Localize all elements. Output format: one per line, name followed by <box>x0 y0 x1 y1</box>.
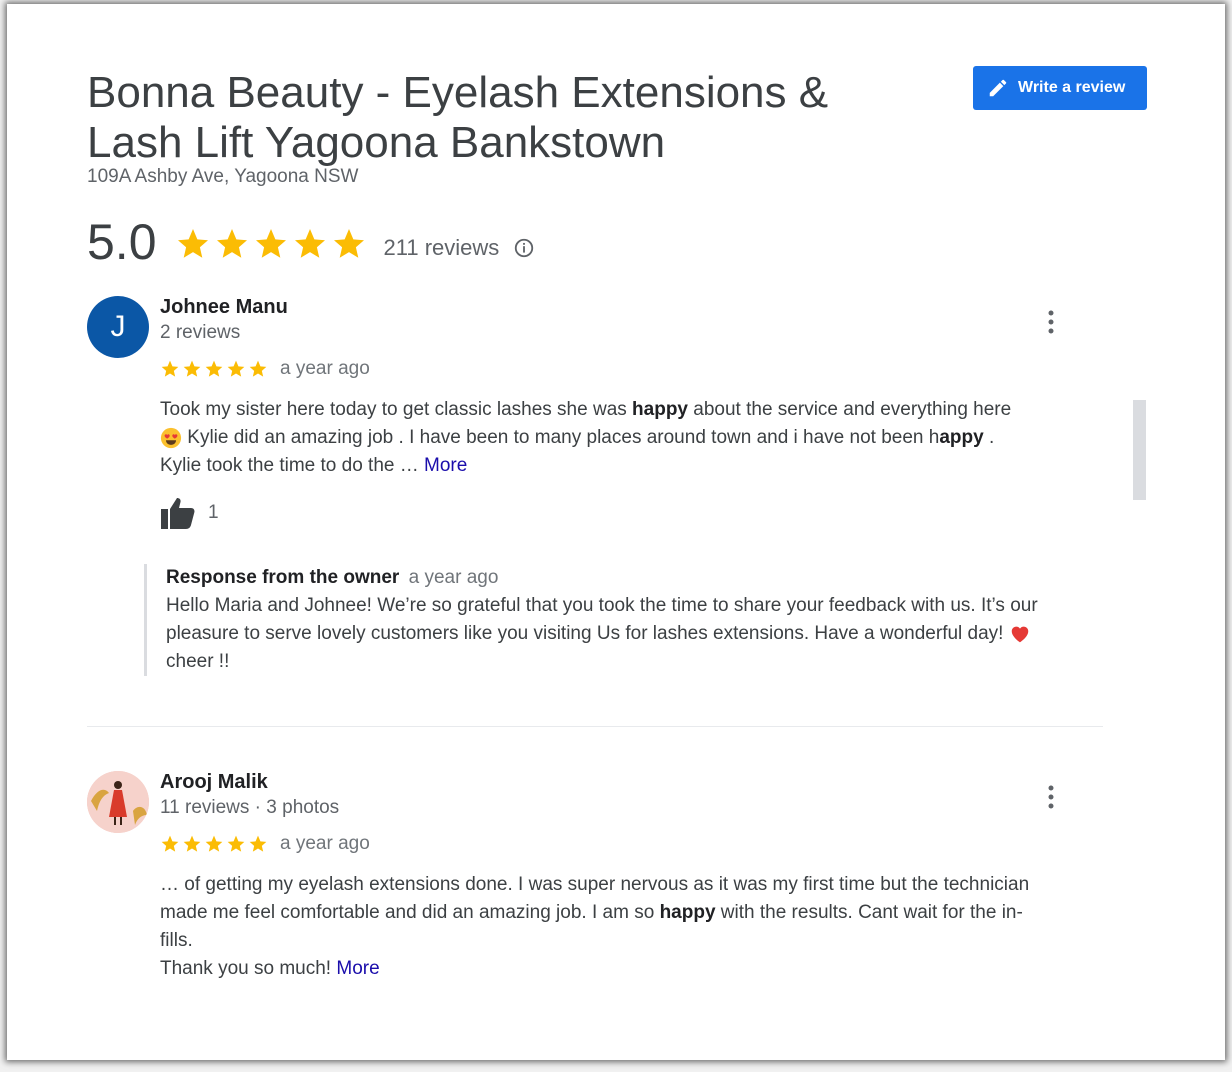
business-title: Bonna Beauty - Eyelash Extensions & Lash… <box>87 68 829 167</box>
like-count: 1 <box>208 502 219 523</box>
review-stars: a year ago <box>160 358 370 380</box>
owner-response-date: a year ago <box>408 567 499 588</box>
review-text-line: with the results. Cant wait for the in- <box>715 902 1023 923</box>
review-text-line: made me feel comfortable and did an amaz… <box>160 902 660 923</box>
star-icon <box>227 360 245 377</box>
more-vert-icon[interactable] <box>1041 308 1061 336</box>
scrollbar-thumb[interactable] <box>1133 400 1146 500</box>
avatar-photo-icon <box>87 771 149 833</box>
reviewer-name[interactable]: Johnee Manu <box>160 296 288 319</box>
star-icon <box>161 360 179 377</box>
review-text-line: … of getting my eyelash extensions done.… <box>160 874 1030 895</box>
star-icon <box>227 835 245 852</box>
review-count: 211 reviews <box>383 235 500 260</box>
avatar-letter: J <box>110 310 126 343</box>
write-review-button[interactable]: Write a review <box>973 66 1147 110</box>
review-text-line: . <box>983 427 995 448</box>
review-text-line: Kylie took the time to do the … <box>160 455 425 476</box>
info-icon[interactable] <box>513 237 535 259</box>
review-divider <box>87 726 1103 727</box>
star-icon <box>183 360 201 377</box>
star-icon <box>161 835 179 852</box>
star-icon <box>249 360 267 377</box>
heart-eyes-emoji <box>160 427 182 449</box>
star-icon <box>205 360 223 377</box>
star-icon <box>216 229 247 258</box>
review-stars: a year ago <box>160 833 370 855</box>
star-icon <box>205 835 223 852</box>
like-row: 1 <box>160 496 219 530</box>
review-text-highlight: happy <box>659 902 716 923</box>
star-icon <box>177 229 208 258</box>
owner-response-line: pleasure to serve lovely customers like … <box>166 623 1009 644</box>
owner-response: Response from the owner a year ago Hello… <box>144 564 1126 676</box>
reviews-dialog: Bonna Beauty - Eyelash Extensions & Lash… <box>7 4 1225 1060</box>
rating-summary: 5.0 211 reviews <box>87 214 535 270</box>
reviewer-meta: 11 reviews · 3 photos <box>160 797 340 818</box>
review-text: … of getting my eyelash extensions done.… <box>160 871 1110 983</box>
more-link[interactable]: More <box>424 455 467 476</box>
review-text-line: Took my sister here today to get classic… <box>160 399 633 420</box>
review-text-line: Thank you so much! <box>160 958 337 979</box>
star-icon <box>183 835 201 852</box>
reviewer-meta: 2 reviews <box>160 322 241 343</box>
star-icon <box>249 835 267 852</box>
star-icon <box>333 229 364 258</box>
owner-response-text: Hello Maria and Johnee! We’re so gratefu… <box>166 592 1126 676</box>
review-date: a year ago <box>280 358 370 379</box>
review-text-highlight: happy <box>632 399 688 420</box>
avatar[interactable]: J <box>87 296 149 358</box>
star-icon <box>255 229 286 258</box>
review-item: J Johnee Manu 2 reviews a year ago Took … <box>87 296 1107 696</box>
owner-response-line: cheer !! <box>166 651 230 672</box>
rating-stars <box>175 226 370 262</box>
owner-response-line: Hello Maria and Johnee! We’re so gratefu… <box>166 595 1038 616</box>
review-text: Took my sister here today to get classic… <box>160 396 1110 480</box>
more-vert-icon[interactable] <box>1041 783 1061 811</box>
write-review-label: Write a review <box>1018 79 1126 96</box>
star-icon <box>294 229 325 258</box>
thumbs-up-icon[interactable] <box>160 496 196 530</box>
business-address: 109A Ashby Ave, Yagoona NSW <box>87 166 359 187</box>
avatar[interactable] <box>87 771 149 833</box>
red-heart-emoji <box>1011 626 1028 643</box>
review-text-highlight: appy <box>939 427 984 448</box>
pencil-icon <box>989 79 1007 97</box>
review-item: Arooj Malik 11 reviews · 3 photos a year… <box>87 771 1107 1031</box>
reviewer-name[interactable]: Arooj Malik <box>160 771 268 794</box>
rating-value: 5.0 <box>87 214 157 270</box>
review-date: a year ago <box>280 833 370 854</box>
review-text-line: about the service and everything here <box>688 399 1012 420</box>
review-text-line: fills. <box>160 930 193 951</box>
review-text-line: Kylie did an amazing job . I have been t… <box>182 427 940 448</box>
owner-response-label: Response from the owner <box>166 567 400 588</box>
more-link[interactable]: More <box>336 958 379 979</box>
